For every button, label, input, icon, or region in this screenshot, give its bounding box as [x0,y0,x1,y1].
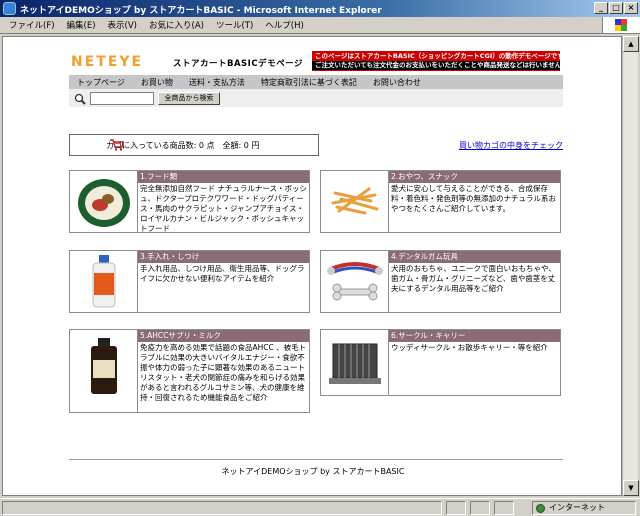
maximize-button[interactable]: □ [609,2,623,14]
menu-favorites[interactable]: お気に入り(A) [143,19,210,31]
rope-toy-icon [327,262,383,301]
cart-icon [110,139,124,151]
category-desc: 免疫力を高める効果で話題の食品AHCC 、被毛トラブルに効果の大きいバイタルエナ… [140,343,307,402]
minimize-button[interactable]: _ [594,2,608,14]
menu-bar: ファイル(F) 編集(E) 表示(V) お気に入り(A) ツール(T) ヘルプ(… [0,17,640,34]
internet-zone-icon [536,504,545,513]
dog-treat-icon [331,187,379,215]
status-pane-2 [470,501,490,515]
category-title[interactable]: 2.おやつ、スナック [389,171,560,183]
security-zone[interactable]: インターネット [532,501,636,515]
logo-subtitle: ストアカートBASICデモページ [173,59,303,69]
nav-shopping[interactable]: お買い物 [133,77,181,88]
demo-notice: このページはストアカートBASIC（ショッピングカートCGI）の動作デモページで… [312,51,560,71]
scroll-up-icon[interactable]: ▲ [623,36,639,52]
status-bar: インターネット [0,498,640,516]
category-supplements[interactable]: 5.AHCCサプリ・ミルク 免疫力を高める効果で話題の食品AHCC 、被毛トラブ… [69,329,310,413]
close-button[interactable]: × [624,2,638,14]
menu-tools[interactable]: ツール(T) [210,19,259,31]
category-dental[interactable]: 4.デンタルガム玩具 犬用のおもちゃ、ユニークで面白いおもちゃや、歯ガム・骨ガム… [320,250,561,313]
vertical-scrollbar[interactable]: ▲ ▼ [622,36,639,496]
menu-edit[interactable]: 編集(E) [61,19,102,31]
dog-food-icon [78,179,130,227]
dental-image[interactable] [321,251,389,312]
window-title: ネットアイDEMOショップ by ストアカートBASIC - Microsoft… [20,6,382,16]
nav-contact[interactable]: お問い合わせ [365,77,429,88]
ie-logo-icon [3,2,16,15]
throbber [602,17,640,33]
search-button[interactable]: 全商品から検索 [158,92,220,105]
global-nav: トップページ お買い物 送料・支払方法 特定商取引法に基づく表記 お問い合わせ [69,75,563,89]
category-title[interactable]: 3.手入れ・しつけ [138,251,309,263]
care-image[interactable] [70,251,138,312]
notice-line-2: ご注文いただいても注文代金のお支払いをいただくことや商品発送などは行いません [312,61,560,70]
category-desc: 愛犬に安心して与えることができる、合成保存料・着色料・発色剤等の無添加のナチュラ… [391,184,556,213]
category-snacks[interactable]: 2.おやつ、スナック 愛犬に安心して与えることができる、合成保存料・着色料・発色… [320,170,561,233]
category-title[interactable]: 4.デンタルガム玩具 [389,251,560,263]
dog-carrier-icon [329,343,381,384]
category-desc: ウッディサークル・お散歩キャリー・等を紹介 [391,343,548,352]
check-cart-link[interactable]: 買い物カゴの中身をチェック [459,140,563,151]
category-food[interactable]: 1.フード類 完全無添加自然フード ナチュラルナース・ボッシュ、ドクタープロテク… [69,170,310,233]
cart-summary: カゴに入っている商品数: 0 点 全額: 0 円 [69,134,319,156]
search-icon [74,93,86,105]
category-title[interactable]: 6.サークル・キャリー [389,330,560,342]
circle-image[interactable] [321,330,389,395]
food-image[interactable] [70,171,138,232]
status-pane-3 [494,501,514,515]
cart-summary-text: カゴに入っている商品数: 0 点 全額: 0 円 [106,140,260,150]
window-titlebar[interactable]: ネットアイDEMOショップ by ストアカートBASIC - Microsoft… [0,0,640,17]
category-circle[interactable]: 6.サークル・キャリー ウッディサークル・お散歩キャリー・等を紹介 [320,329,561,396]
supplement-bottle-icon [91,338,117,394]
zone-label: インターネット [549,503,605,512]
menu-file[interactable]: ファイル(F) [3,19,61,31]
category-desc: 完全無添加自然フード ナチュラルナース・ボッシュ、ドクタープロテクワワード・ドッ… [140,184,308,233]
neteye-logo[interactable]: NETEYE [71,54,143,70]
notice-line-1: このページはストアカートBASIC（ショッピングカートCGI）の動作デモページで… [315,52,560,60]
category-desc: 手入れ用品、しつけ用品、衛生用品等、ドッグライフに欠かせない便利なアイテムを紹介 [140,264,305,283]
category-title[interactable]: 5.AHCCサプリ・ミルク [138,330,309,342]
category-title[interactable]: 1.フード類 [138,171,309,183]
status-pane-1 [446,501,466,515]
footer-text: ネットアイDEMOショップ by ストアカートBASIC [221,467,405,476]
nav-top[interactable]: トップページ [69,77,133,88]
footer-divider [69,459,563,460]
category-care[interactable]: 3.手入れ・しつけ 手入れ用品、しつけ用品、衛生用品等、ドッグライフに欠かせない… [69,250,310,313]
scroll-down-icon[interactable]: ▼ [623,480,639,496]
status-text-pane [2,501,442,515]
menu-view[interactable]: 表示(V) [102,19,143,31]
search-input[interactable] [90,92,154,105]
page-viewport: NETEYE ストアカートBASICデモページ このページはストアカートBASI… [2,36,622,496]
snack-image[interactable] [321,171,389,232]
menu-help[interactable]: ヘルプ(H) [259,19,310,31]
windows-logo-icon [615,19,627,31]
nav-shipping[interactable]: 送料・支払方法 [181,77,253,88]
supplement-image[interactable] [70,330,138,412]
category-desc: 犬用のおもちゃ、ユニークで面白いおもちゃや、歯ガム・骨ガム・グリニーズなど、歯や… [391,264,556,293]
nav-legal[interactable]: 特定商取引法に基づく表記 [253,77,365,88]
shampoo-bottle-icon [92,255,116,308]
